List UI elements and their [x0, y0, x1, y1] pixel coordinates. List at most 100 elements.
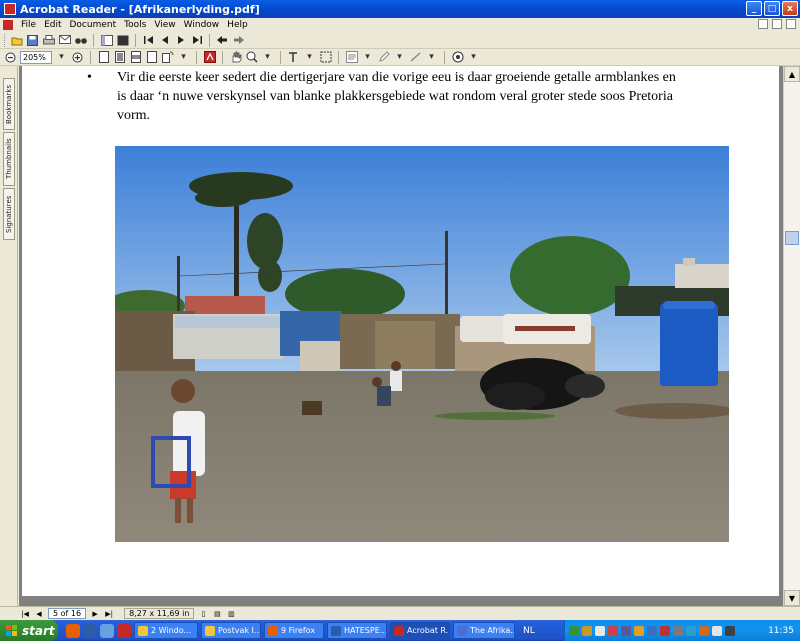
zoom-out-icon[interactable] [4, 51, 17, 64]
menu-tools[interactable]: Tools [120, 20, 150, 30]
minimize-button[interactable]: _ [746, 1, 762, 16]
last-page-icon[interactable] [190, 34, 203, 47]
tray-app-icon[interactable] [621, 625, 631, 636]
document-icon[interactable] [3, 20, 13, 30]
tray-network-icon[interactable] [569, 625, 579, 636]
menu-view[interactable]: View [150, 20, 179, 30]
continuous-layout-icon[interactable]: ▤ [212, 609, 222, 619]
start-label: start [22, 623, 55, 638]
rotate-dropdown-arrow-icon[interactable]: ▾ [177, 51, 190, 64]
tab-bookmarks[interactable]: Bookmarks [3, 78, 15, 130]
menu-document[interactable]: Document [66, 20, 121, 30]
graphics-select-tool-icon[interactable] [319, 51, 332, 64]
actual-size-icon[interactable] [97, 51, 110, 64]
first-page-status-icon[interactable]: |◀ [20, 609, 30, 619]
show-navigation-pane-icon[interactable] [100, 34, 113, 47]
go-forward-icon[interactable] [232, 34, 245, 47]
doc-close-icon[interactable] [786, 19, 796, 29]
next-page-icon[interactable] [174, 34, 187, 47]
fit-visible-icon[interactable] [145, 51, 158, 64]
open-icon[interactable] [10, 34, 23, 47]
taskbar-button-acrobat[interactable]: Acrobat R... [390, 622, 450, 639]
email-icon[interactable] [58, 34, 71, 47]
note-tool-icon[interactable] [345, 51, 358, 64]
previous-page-icon[interactable] [158, 34, 171, 47]
tab-thumbnails[interactable]: Thumbnails [3, 132, 15, 186]
fit-page-icon[interactable] [113, 51, 126, 64]
zoom-level-field[interactable]: 205% [20, 50, 52, 64]
firefox-quicklaunch-icon[interactable] [66, 623, 80, 638]
print-icon[interactable] [42, 34, 55, 47]
tray-app-icon[interactable] [582, 625, 592, 636]
zoom-dropdown-arrow-icon[interactable]: ▾ [55, 51, 68, 64]
fit-width-icon[interactable] [129, 51, 142, 64]
page-number-field[interactable]: 5 of 16 [48, 608, 87, 619]
tab-signatures[interactable]: Signatures [3, 188, 15, 240]
hand-tool-icon[interactable] [229, 51, 242, 64]
menu-file[interactable]: File [17, 20, 40, 30]
signature-dropdown-arrow-icon[interactable]: ▾ [467, 51, 480, 64]
language-indicator[interactable]: NL [523, 626, 535, 636]
text-select-tool-icon[interactable] [287, 51, 300, 64]
next-page-status-icon[interactable]: ▶ [90, 609, 100, 619]
single-page-layout-icon[interactable]: ▯ [198, 609, 208, 619]
start-button[interactable]: start [0, 620, 58, 641]
save-icon[interactable] [26, 34, 39, 47]
note-dropdown-arrow-icon[interactable]: ▾ [361, 51, 374, 64]
menu-window[interactable]: Window [180, 20, 224, 30]
tray-app-icon[interactable] [699, 625, 709, 636]
scroll-down-icon[interactable]: ▼ [784, 590, 800, 606]
markup-tool-icon[interactable] [409, 51, 422, 64]
tray-app-icon[interactable] [673, 625, 683, 636]
text-select-dropdown-arrow-icon[interactable]: ▾ [303, 51, 316, 64]
digital-signature-icon[interactable] [451, 51, 464, 64]
taskbar-button-hatespe[interactable]: HATESPE... [327, 622, 387, 639]
zoom-tool-dropdown-arrow-icon[interactable]: ▾ [261, 51, 274, 64]
tray-app-icon[interactable] [686, 625, 696, 636]
taskbar-button-windows[interactable]: 2 Windo... [134, 622, 198, 639]
menu-edit[interactable]: Edit [40, 20, 65, 30]
zoom-in-icon[interactable] [71, 51, 84, 64]
maximize-button[interactable]: □ [764, 1, 780, 16]
taskbar-button-firefox[interactable]: 9 Firefox [264, 622, 324, 639]
scroll-thumb[interactable] [785, 231, 799, 245]
doc-restore-icon[interactable] [772, 19, 782, 29]
rotate-view-icon[interactable] [161, 51, 174, 64]
media-quicklaunch-icon[interactable] [117, 623, 131, 638]
pencil-dropdown-arrow-icon[interactable]: ▾ [393, 51, 406, 64]
acrobat-online-icon[interactable] [203, 51, 216, 64]
doc-minimize-icon[interactable] [758, 19, 768, 29]
clock[interactable]: 11:35 [768, 626, 794, 636]
search-binoculars-icon[interactable] [74, 34, 87, 47]
acrobat-icon [394, 625, 404, 636]
close-button[interactable]: x [782, 1, 798, 16]
desktop-quicklaunch-icon[interactable] [100, 623, 114, 638]
menu-help[interactable]: Help [223, 20, 252, 30]
tray-app-icon[interactable] [647, 625, 657, 636]
previous-page-status-icon[interactable]: ◀ [34, 609, 44, 619]
taskbar-button-afrika[interactable]: The Afrika... [453, 622, 515, 639]
first-page-icon[interactable] [142, 34, 155, 47]
ie-quicklaunch-icon[interactable] [83, 623, 97, 638]
toolbar-grip[interactable] [4, 33, 7, 47]
go-back-icon[interactable] [216, 34, 229, 47]
acrobat-app-icon[interactable] [4, 3, 16, 15]
tray-app-icon[interactable] [634, 625, 644, 636]
vertical-scrollbar[interactable]: ▲ ▼ [783, 66, 800, 606]
zoom-tool-icon[interactable] [245, 51, 258, 64]
pencil-tool-icon[interactable] [377, 51, 390, 64]
tray-app-icon[interactable] [608, 625, 618, 636]
tray-volume-icon[interactable] [712, 625, 722, 636]
tray-app-icon[interactable] [725, 625, 735, 636]
tray-app-icon[interactable] [595, 625, 605, 636]
task-label: The Afrika... [470, 626, 515, 635]
tray-app-icon[interactable] [660, 625, 670, 636]
facing-layout-icon[interactable]: ▥ [226, 609, 236, 619]
taskbar-button-postvak[interactable]: Postvak I... [201, 622, 261, 639]
toolbar-separator [90, 50, 91, 64]
document-viewport[interactable]: • Vir die eerste keer sedert die dertige… [19, 66, 783, 606]
markup-dropdown-arrow-icon[interactable]: ▾ [425, 51, 438, 64]
last-page-status-icon[interactable]: ▶| [104, 609, 114, 619]
full-screen-icon[interactable] [116, 34, 129, 47]
scroll-up-icon[interactable]: ▲ [784, 66, 800, 82]
